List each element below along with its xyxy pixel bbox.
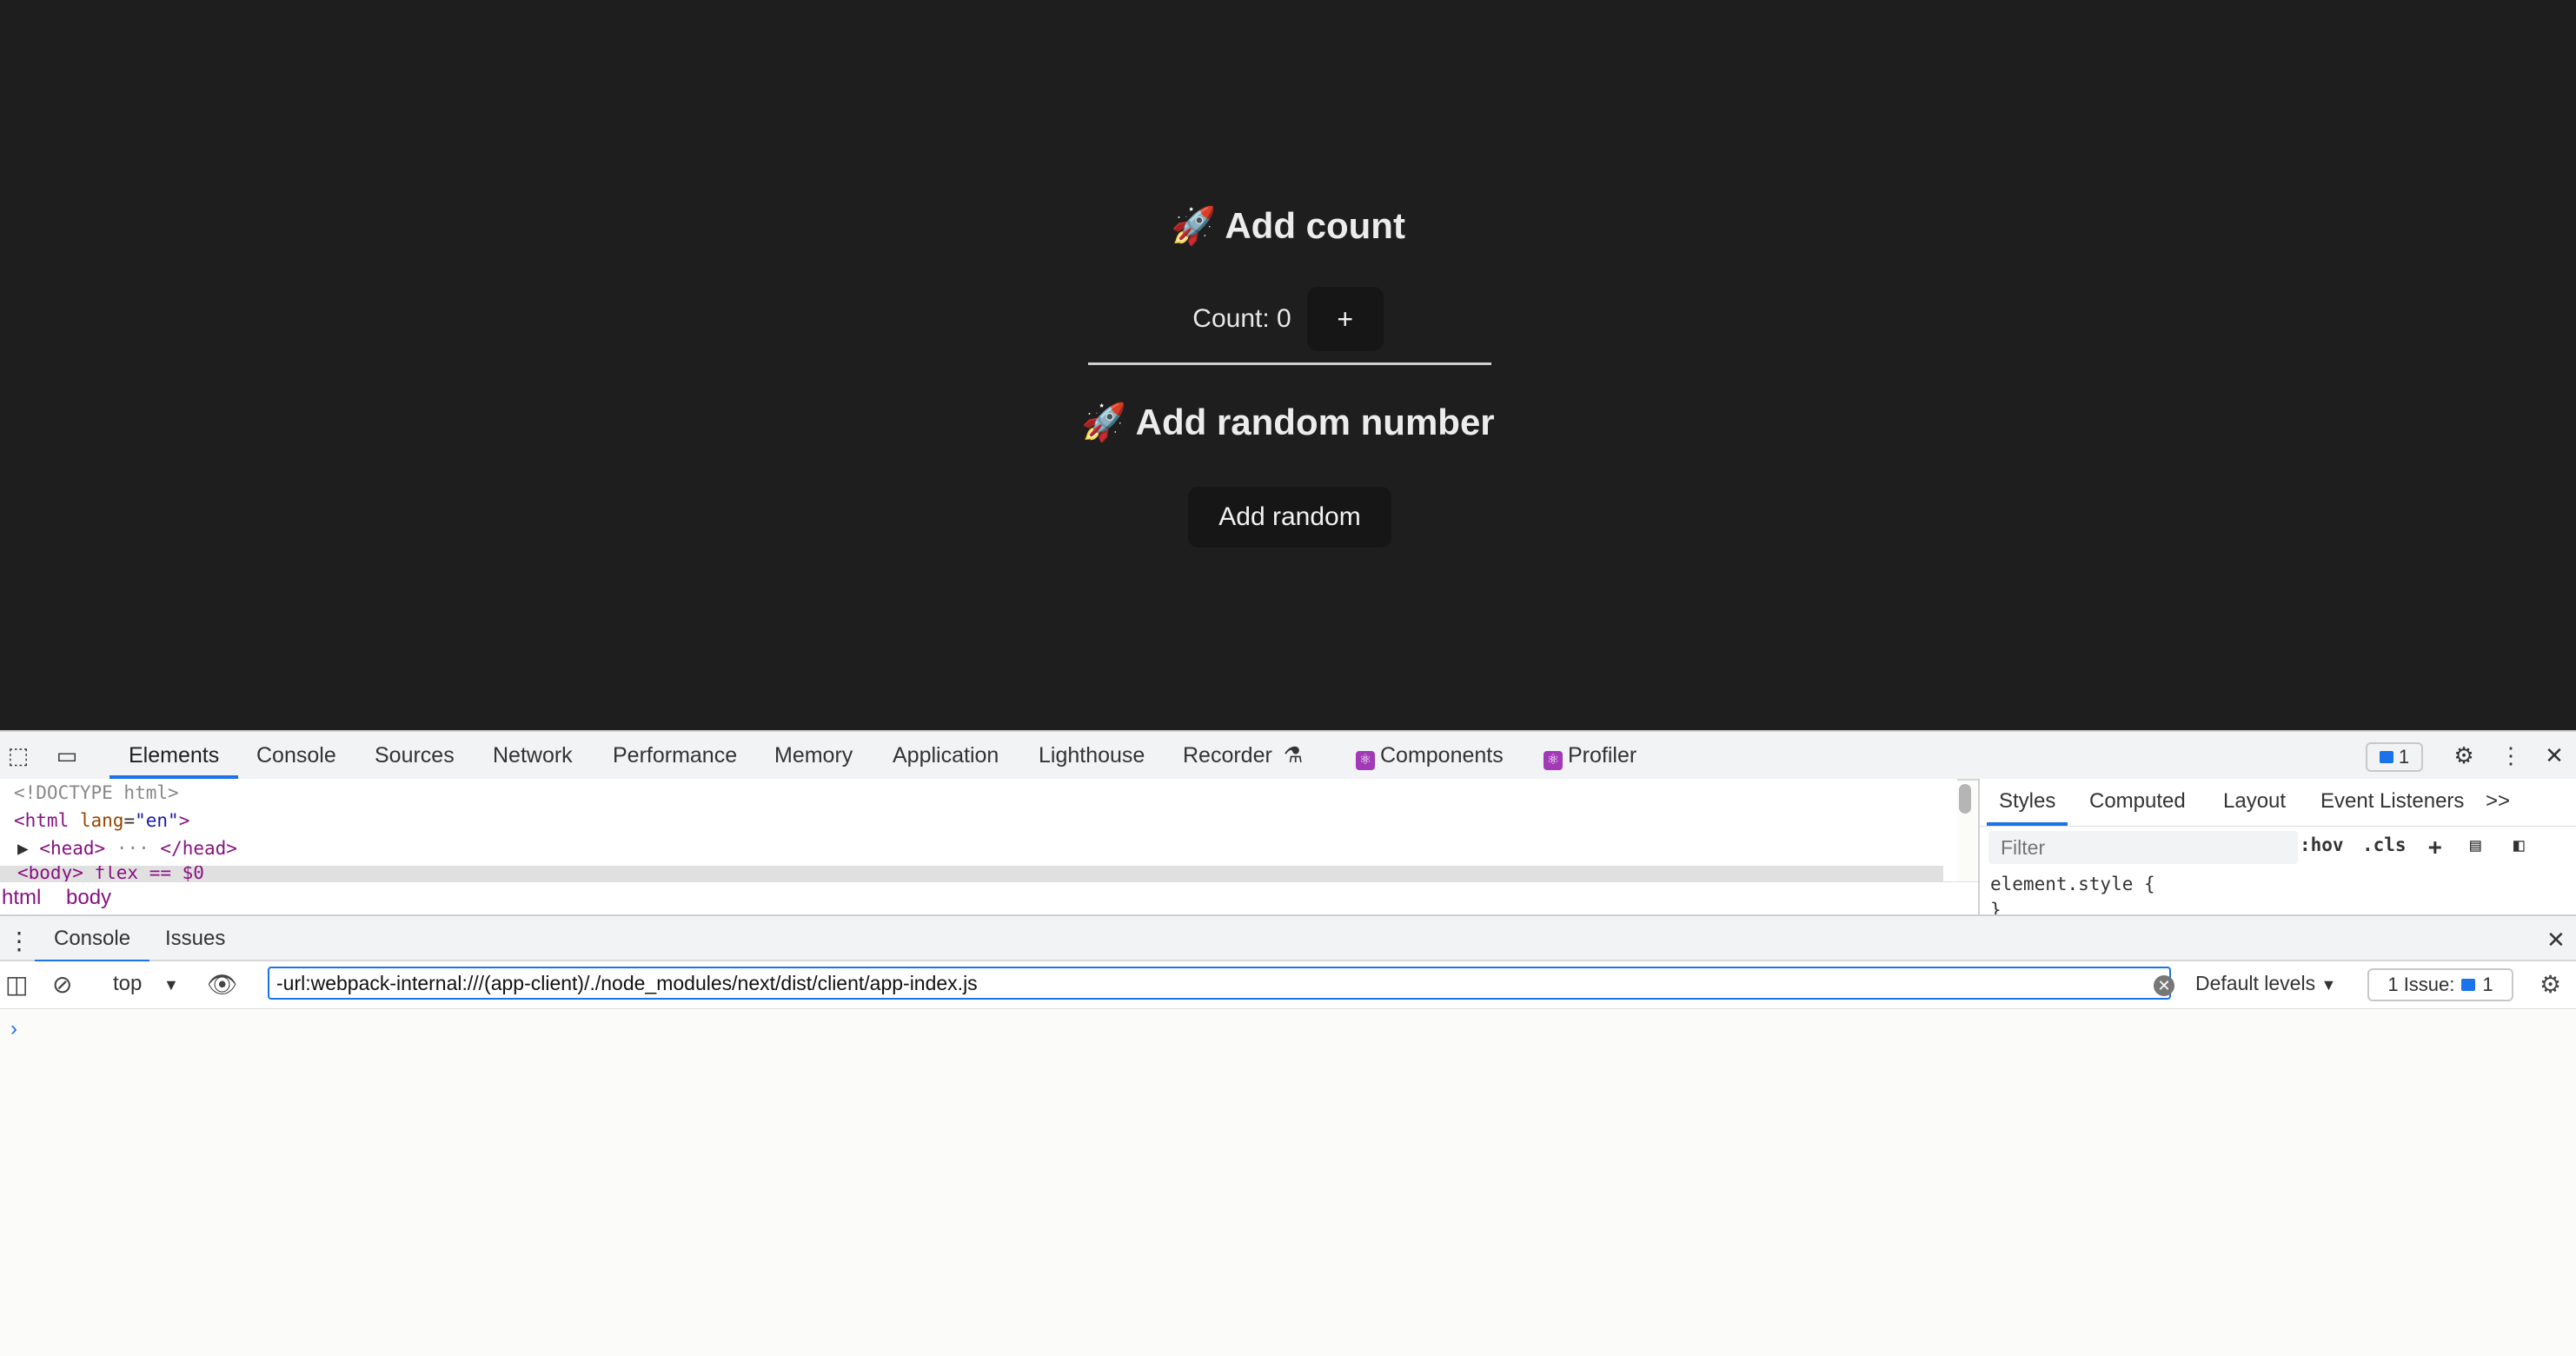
drawer-tabs: ⋮ Console Issues ✕ bbox=[0, 916, 2576, 963]
count-row: Count: 0 + bbox=[0, 287, 2576, 351]
cls-toggle[interactable]: .cls bbox=[2362, 834, 2407, 855]
close-drawer-icon[interactable]: ✕ bbox=[2546, 927, 2566, 954]
tab-sources[interactable]: Sources bbox=[375, 732, 455, 779]
drawer-menu-icon[interactable]: ⋮ bbox=[7, 927, 31, 955]
more-tabs-icon[interactable]: >> bbox=[2486, 789, 2510, 814]
tab-console[interactable]: Console bbox=[256, 732, 336, 779]
tab-profiler[interactable]: ⚛ Profiler bbox=[1544, 732, 1637, 779]
breadcrumb-body[interactable]: body bbox=[66, 886, 111, 910]
tab-recorder[interactable]: Recorder ⚗ bbox=[1183, 732, 1303, 779]
tab-computed[interactable]: Computed bbox=[2089, 789, 2186, 814]
ellipsis-badge[interactable]: ··· bbox=[116, 838, 149, 859]
styles-tabs: Styles Computed Layout Event Listeners >… bbox=[1980, 779, 2576, 827]
console-prompt[interactable]: › bbox=[10, 1017, 17, 1041]
tab-memory[interactable]: Memory bbox=[774, 732, 853, 779]
issues-badge[interactable]: 1 bbox=[2366, 742, 2423, 772]
dropdown-arrow-icon: ▼ bbox=[163, 976, 179, 994]
kebab-menu-icon[interactable]: ⋮ bbox=[2496, 741, 2526, 770]
html-node[interactable]: <html lang="en"> bbox=[14, 810, 189, 831]
drawer-tab-console[interactable]: Console bbox=[34, 927, 150, 963]
tab-lighthouse[interactable]: Lighthouse bbox=[1039, 732, 1145, 779]
console-filter-input[interactable] bbox=[268, 967, 2171, 1000]
eye-icon[interactable]: 👁 bbox=[207, 970, 238, 999]
hov-toggle[interactable]: :hov bbox=[2300, 834, 2344, 855]
dropdown-arrow-icon: ▼ bbox=[2320, 976, 2337, 994]
device-toolbar-icon[interactable]: ▭ bbox=[52, 741, 82, 770]
doctype-node[interactable]: <!DOCTYPE html> bbox=[14, 782, 179, 803]
add-rule-icon[interactable]: + bbox=[2428, 834, 2442, 861]
message-icon bbox=[2461, 979, 2476, 991]
devtools-tabbar: ⬚ ▭ Elements Console Sources Network Per… bbox=[0, 730, 2576, 781]
message-icon bbox=[2379, 751, 2393, 763]
add-count-heading: 🚀 Add count bbox=[1171, 205, 1405, 246]
react-icon: ⚛ bbox=[1356, 751, 1375, 770]
app-viewport: 🚀 Add count Count: 0 + 🚀 Add random number… bbox=[0, 0, 2576, 730]
expand-triangle-icon[interactable]: ▶ bbox=[17, 838, 29, 859]
console-settings-icon[interactable]: ⚙ bbox=[2539, 970, 2561, 999]
close-icon[interactable]: ✕ bbox=[2539, 741, 2569, 770]
styles-filter-input[interactable] bbox=[1988, 831, 2298, 864]
head-node[interactable]: ▶ <head> ··· </head> bbox=[17, 838, 237, 859]
tab-performance[interactable]: Performance bbox=[613, 732, 737, 779]
increment-button[interactable]: + bbox=[1306, 287, 1384, 351]
add-random-button[interactable]: Add random bbox=[1188, 487, 1391, 548]
clear-filter-icon[interactable]: ✕ bbox=[2154, 975, 2174, 996]
devtools-panel: ⬚ ▭ Elements Console Sources Network Per… bbox=[0, 730, 2576, 1356]
tab-layout[interactable]: Layout bbox=[2223, 789, 2286, 814]
count-text: Count: 0 bbox=[1192, 304, 1291, 333]
react-icon: ⚛ bbox=[1544, 751, 1563, 770]
tab-event-listeners[interactable]: Event Listeners bbox=[2320, 789, 2464, 814]
styles-pane: Styles Computed Layout Event Listeners >… bbox=[1978, 779, 2576, 921]
add-random-heading: 🚀 Add random number bbox=[1081, 402, 1495, 442]
divider bbox=[1088, 362, 1491, 365]
styles-filter-row: :hov .cls + ▤ ◧ bbox=[1980, 829, 2576, 866]
clear-console-icon[interactable]: ⊘ bbox=[52, 970, 72, 999]
drawer-tab-issues[interactable]: Issues bbox=[165, 927, 225, 951]
tab-components[interactable]: ⚛ Components bbox=[1356, 732, 1504, 779]
dom-tree: <!DOCTYPE html> <html lang="en"> ▶ <head… bbox=[0, 779, 1957, 881]
console-toolbar: ◫ ⊘ top ▼ 👁 ✕ Default levels ▼ 1 Issue: … bbox=[0, 961, 2576, 1009]
toggle-sidebar-icon[interactable]: ◧ bbox=[2513, 834, 2525, 855]
breadcrumb: html body bbox=[0, 881, 1978, 915]
rocket-icon: 🚀 bbox=[1171, 205, 1217, 246]
tab-network[interactable]: Network bbox=[493, 732, 573, 779]
sidebar-toggle-icon[interactable]: ◫ bbox=[5, 970, 28, 999]
rocket-icon: 🚀 bbox=[1081, 402, 1127, 442]
inspect-element-icon[interactable]: ⬚ bbox=[3, 741, 33, 770]
paint-brush-icon[interactable]: ▤ bbox=[2470, 834, 2481, 855]
selected-body-node[interactable]: <body> flex == $0 bbox=[0, 866, 1943, 881]
flask-icon: ⚗ bbox=[1283, 743, 1304, 768]
console-drawer: ⋮ Console Issues ✕ ◫ ⊘ top ▼ 👁 ✕ Default… bbox=[0, 914, 2576, 1356]
gear-icon[interactable]: ⚙ bbox=[2449, 741, 2479, 770]
tab-application[interactable]: Application bbox=[893, 732, 999, 779]
issues-count-button[interactable]: 1 Issue: 1 bbox=[2367, 968, 2513, 1001]
tab-elements[interactable]: Elements bbox=[109, 732, 239, 779]
tab-styles[interactable]: Styles bbox=[1986, 789, 2068, 826]
dom-scrollbar[interactable] bbox=[1959, 784, 1971, 814]
context-selector[interactable]: top ▼ bbox=[113, 972, 179, 996]
log-levels-dropdown[interactable]: Default levels ▼ bbox=[2195, 972, 2336, 995]
breadcrumb-html[interactable]: html bbox=[2, 886, 41, 910]
